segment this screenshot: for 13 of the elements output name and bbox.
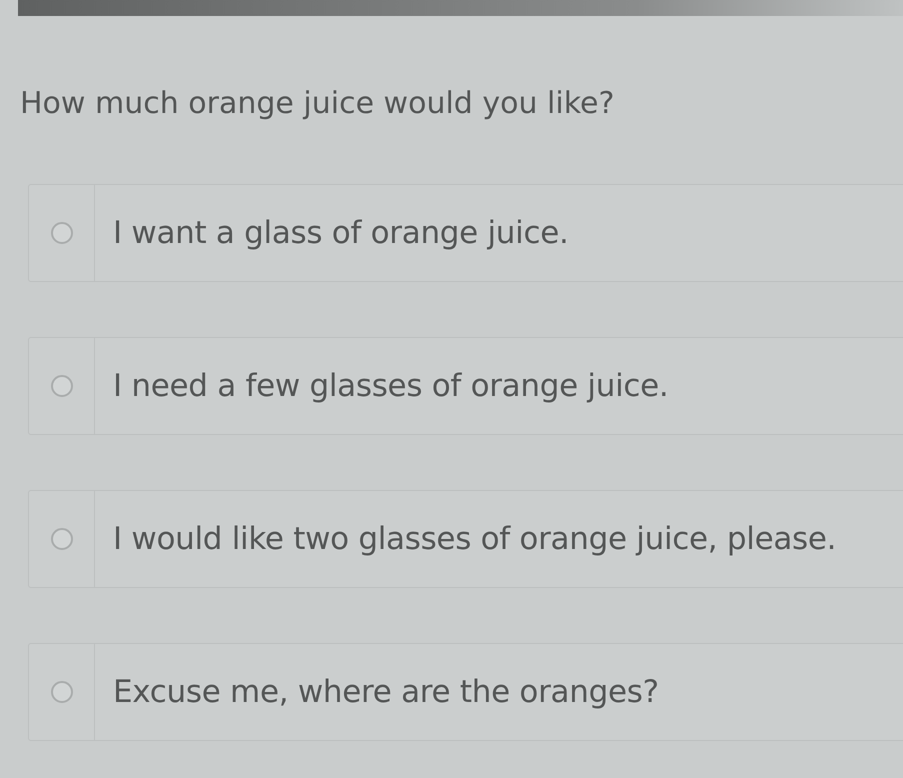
radio-button[interactable] <box>50 222 72 244</box>
radio-button[interactable] <box>50 375 72 397</box>
answer-option[interactable]: I want a glass of orange juice. <box>28 184 903 282</box>
answer-option[interactable]: I would like two glasses of orange juice, please. <box>28 490 903 588</box>
option-text: I need a few glasses of orange juice. <box>112 366 668 406</box>
radio-button[interactable] <box>50 528 72 550</box>
radio-button[interactable] <box>50 681 72 703</box>
answer-option[interactable]: I need a few glasses of orange juice. <box>28 337 903 435</box>
option-text: I want a glass of orange juice. <box>112 214 569 253</box>
option-text: Excuse me, where are the oranges? <box>112 672 659 712</box>
option-text: I would like two glasses of orange juice, please. <box>112 520 836 559</box>
answer-option[interactable]: Excuse me, where are the oranges? <box>28 643 903 741</box>
question-text: How much orange juice would you like? <box>20 85 616 123</box>
